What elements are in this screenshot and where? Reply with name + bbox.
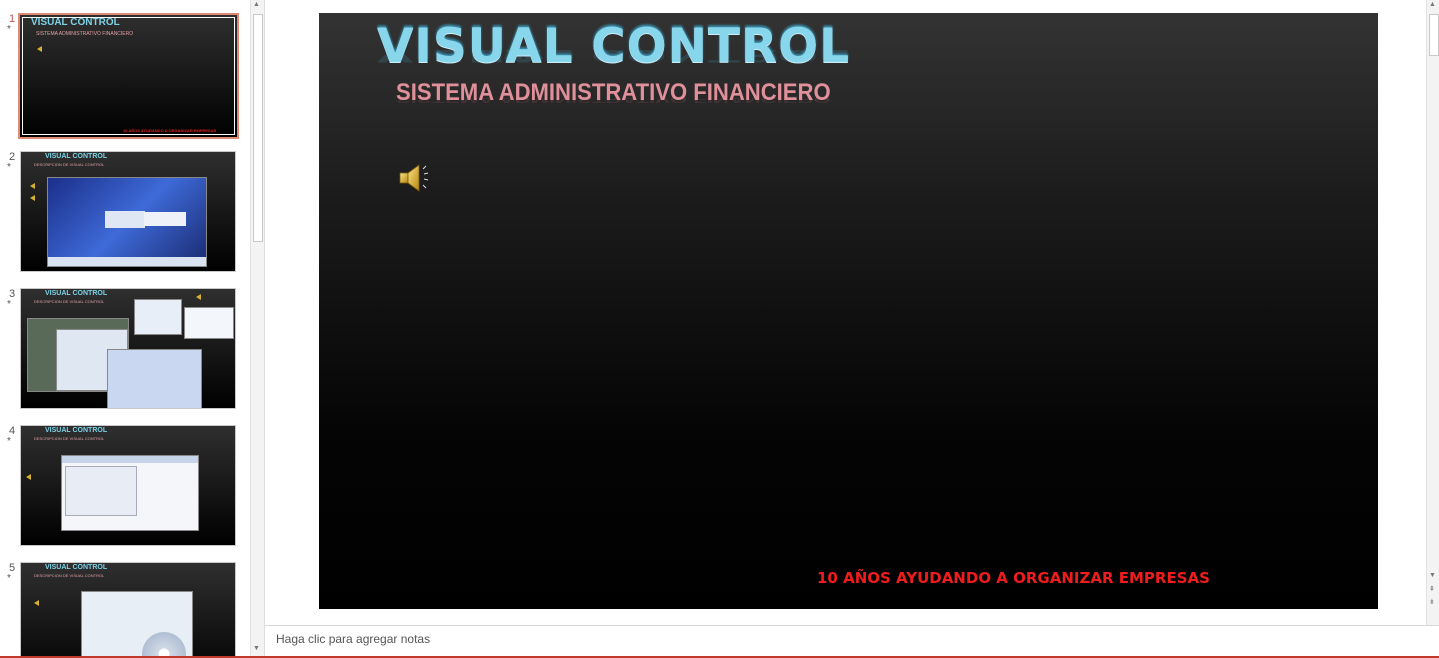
- document-image: [107, 349, 202, 408]
- thumbnail-preview[interactable]: VISUAL CONTROL DESCRIPCION DE VISUAL CON…: [20, 425, 236, 546]
- thumb-title: VISUAL CONTROL: [31, 17, 120, 28]
- speaker-icon: [196, 294, 201, 300]
- speaker-icon: [26, 474, 31, 480]
- window-toolbar-image: [62, 456, 198, 463]
- thumb-subtitle: SISTEMA ADMINISTRATIVO FINANCIERO: [36, 31, 134, 37]
- thumb-title: VISUAL CONTROL: [45, 427, 108, 434]
- thumb-subtitle: DESCRIPCION DE VISUAL CONTROL: [34, 573, 105, 578]
- scroll-down-arrow-icon[interactable]: ▼: [253, 645, 260, 652]
- screenshot-image: [61, 455, 199, 531]
- screenshot-image: [184, 307, 234, 339]
- scroll-up-arrow-icon[interactable]: ▲: [253, 1, 260, 8]
- thumb-subtitle: DESCRIPCION DE VISUAL CONTROL: [34, 162, 105, 167]
- thumb-title: VISUAL CONTROL: [45, 564, 108, 571]
- speaker-icon: [37, 46, 42, 52]
- editor-scrollbar[interactable]: ▲ ▼ ⇞ ⇟: [1426, 0, 1439, 625]
- scroll-up-arrow-icon[interactable]: ▲: [1429, 1, 1436, 8]
- slide-thumbnail-pane[interactable]: 1 * VISUAL CONTROL SISTEMA ADMINISTRATIV…: [0, 0, 250, 658]
- speaker-icon[interactable]: [397, 160, 433, 196]
- screenshot-image: [47, 177, 207, 267]
- thumb-footer: 10 AÑOS AYUDANDO A ORGANIZAR EMPRESAS: [123, 128, 217, 133]
- thumb-subtitle: DESCRIPCION DE VISUAL CONTROL: [34, 436, 105, 441]
- slide-editor[interactable]: VISUAL CONTROL VISUAL CONTROL SISTEMA AD…: [264, 0, 1427, 625]
- slide-canvas[interactable]: VISUAL CONTROL VISUAL CONTROL SISTEMA AD…: [319, 13, 1378, 609]
- animation-star-icon: *: [7, 573, 11, 584]
- speaker-icon: [30, 195, 35, 201]
- animation-star-icon: *: [7, 299, 11, 310]
- scrollbar-thumb[interactable]: [1429, 14, 1439, 56]
- thumbnail-scrollbar[interactable]: ▲ ▼: [250, 0, 264, 658]
- scrollbar-thumb[interactable]: [253, 14, 263, 242]
- cd-image: [142, 632, 186, 658]
- thumbnail-preview[interactable]: VISUAL CONTROL DESCRIPCION DE VISUAL CON…: [20, 288, 236, 409]
- slide-footer-text[interactable]: 10 AÑOS AYUDANDO A ORGANIZAR EMPRESAS: [817, 569, 1210, 587]
- next-slide-icon[interactable]: ⇟: [1429, 598, 1435, 606]
- thumb-title: VISUAL CONTROL: [45, 153, 108, 160]
- screenshot-image: [134, 299, 182, 335]
- scroll-down-arrow-icon[interactable]: ▼: [1429, 572, 1436, 579]
- thumbnail-preview[interactable]: VISUAL CONTROL DESCRIPCION DE VISUAL CON…: [20, 151, 236, 272]
- thumb-title: VISUAL CONTROL: [45, 290, 108, 297]
- menu-popup-image: [105, 211, 145, 228]
- taskbar-image: [48, 257, 206, 266]
- animation-star-icon: *: [7, 24, 11, 35]
- notes-pane[interactable]: Haga clic para agregar notas: [264, 625, 1439, 657]
- animation-star-icon: *: [7, 436, 11, 447]
- form-image: [65, 466, 137, 516]
- slide-title[interactable]: VISUAL CONTROL: [377, 19, 850, 74]
- product-box-image: [81, 591, 193, 658]
- notes-placeholder[interactable]: Haga clic para agregar notas: [276, 632, 430, 646]
- thumbnail-preview[interactable]: VISUAL CONTROL SISTEMA ADMINISTRATIVO FI…: [18, 13, 239, 139]
- previous-slide-icon[interactable]: ⇞: [1429, 585, 1435, 593]
- speaker-icon: [34, 600, 39, 606]
- thumbnail-preview[interactable]: VISUAL CONTROL DESCRIPCION DE VISUAL CON…: [20, 562, 236, 658]
- thumb-subtitle: DESCRIPCION DE VISUAL CONTROL: [34, 299, 105, 304]
- slide-subtitle[interactable]: SISTEMA ADMINISTRATIVO FINANCIERO: [396, 79, 831, 107]
- submenu-popup-image: [144, 212, 186, 226]
- animation-star-icon: *: [7, 162, 11, 173]
- speaker-icon: [30, 183, 35, 189]
